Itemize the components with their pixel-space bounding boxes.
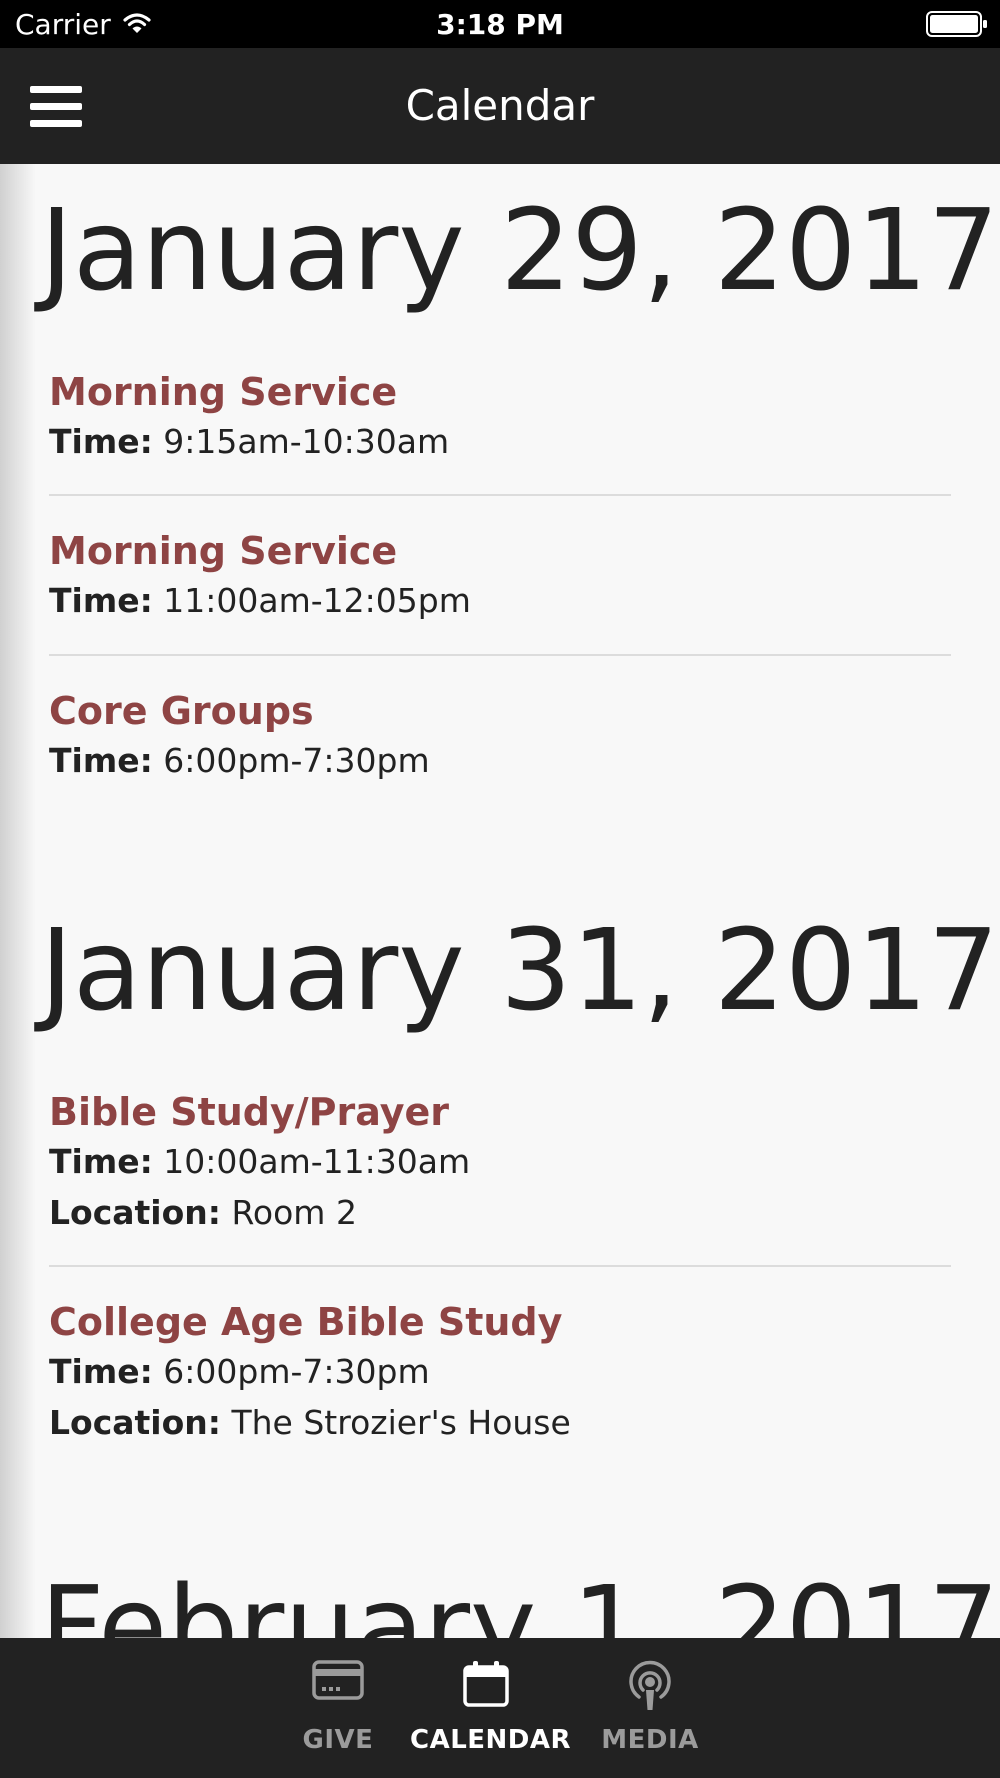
event-title[interactable]: Morning Service	[49, 369, 397, 415]
date-heading: January 31, 2017	[40, 906, 999, 1036]
time-value: 6:00pm-7:30pm	[163, 1352, 430, 1391]
time-value: 9:15am-10:30am	[163, 422, 450, 461]
tab-label: GIVE	[302, 1725, 374, 1755]
event-time: Time: 11:00am-12:05pm	[49, 581, 471, 621]
tab-label: MEDIA	[601, 1725, 699, 1755]
location-value: The Strozier's House	[231, 1403, 571, 1442]
time-label: Time:	[49, 1142, 153, 1181]
date-heading: January 29, 2017	[40, 186, 999, 316]
event-time: Time: 9:15am-10:30am	[49, 422, 449, 462]
tab-give[interactable]: GIVE	[292, 1638, 384, 1778]
divider	[49, 654, 951, 656]
battery-icon	[926, 11, 988, 41]
status-time: 3:18 PM	[436, 8, 564, 41]
event-time: Time: 6:00pm-7:30pm	[49, 1352, 430, 1392]
divider	[49, 494, 951, 496]
event-title[interactable]: Morning Service	[49, 528, 397, 574]
tab-label: CALENDAR	[410, 1725, 572, 1755]
time-value: 11:00am-12:05pm	[163, 581, 471, 620]
tab-bar: GIVE CALENDAR MEDIA	[0, 1638, 1000, 1778]
nav-bar: Calendar	[0, 48, 1000, 164]
calendar-list[interactable]: January 29, 2017 Morning Service Time: 9…	[0, 164, 1000, 1638]
credit-card-icon	[312, 1660, 364, 1704]
event-location: Location: The Strozier's House	[49, 1403, 571, 1443]
location-label: Location:	[49, 1193, 221, 1232]
tab-calendar[interactable]: CALENDAR	[410, 1638, 572, 1778]
tab-media[interactable]: MEDIA	[598, 1638, 702, 1778]
event-time: Time: 6:00pm-7:30pm	[49, 741, 430, 781]
time-label: Time:	[49, 581, 153, 620]
time-value: 6:00pm-7:30pm	[163, 741, 430, 780]
edge-shadow	[0, 164, 36, 1638]
time-value: 10:00am-11:30am	[163, 1142, 471, 1181]
divider	[49, 1265, 951, 1267]
event-title[interactable]: Core Groups	[49, 688, 314, 734]
location-value: Room 2	[231, 1193, 357, 1232]
location-label: Location:	[49, 1403, 221, 1442]
page-title: Calendar	[405, 81, 595, 130]
date-heading: February 1, 2017	[40, 1563, 1000, 1638]
event-location: Location: Room 2	[49, 1193, 357, 1233]
time-label: Time:	[49, 741, 153, 780]
time-label: Time:	[49, 1352, 153, 1391]
status-bar: Carrier 3:18 PM	[0, 0, 1000, 48]
calendar-icon	[462, 1660, 510, 1712]
event-time: Time: 10:00am-11:30am	[49, 1142, 470, 1182]
time-label: Time:	[49, 422, 153, 461]
event-title[interactable]: Bible Study/Prayer	[49, 1089, 449, 1135]
event-title[interactable]: College Age Bible Study	[49, 1299, 562, 1345]
podcast-icon	[626, 1660, 674, 1716]
